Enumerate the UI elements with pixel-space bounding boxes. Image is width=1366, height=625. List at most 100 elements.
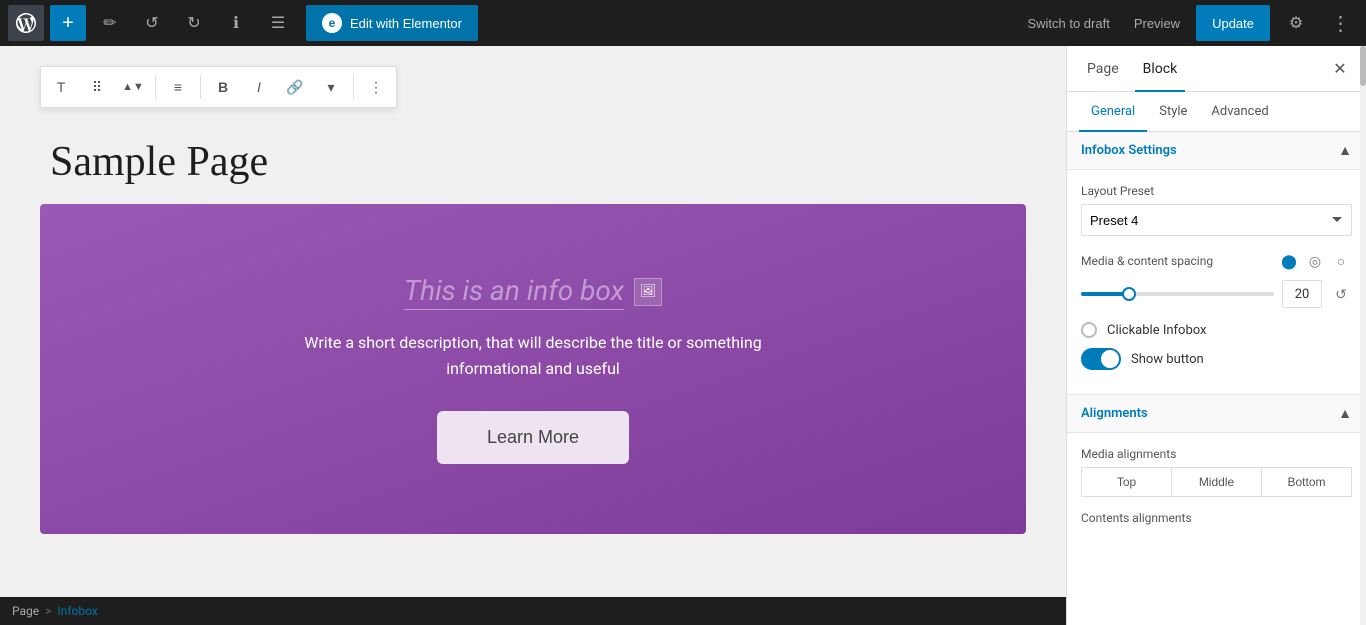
italic-button[interactable]: I xyxy=(243,71,275,103)
update-button[interactable]: Update xyxy=(1196,5,1270,41)
editor-area: T ⠿ ▲▼ ≡ B I 🔗 ▾ xyxy=(0,46,1066,625)
list-view-button[interactable]: ☰ xyxy=(260,5,296,41)
media-spacing-row: Media & content spacing ⬤ ◎ ○ xyxy=(1081,250,1352,308)
alignments-chevron-icon: ▲ xyxy=(1338,405,1352,422)
media-align-middle-button[interactable]: Middle xyxy=(1171,467,1261,497)
contents-alignments-label: Contents alignments xyxy=(1081,511,1352,525)
align-icon: ≡ xyxy=(174,79,182,95)
media-spacing-icons: ⬤ ◎ ○ xyxy=(1278,250,1352,272)
wp-logo[interactable] xyxy=(8,5,44,41)
sub-tab-row: General Style Advanced xyxy=(1067,92,1366,132)
alignments-section: Alignments ▲ Media alignments Top Middle… xyxy=(1067,394,1366,553)
close-icon: ✕ xyxy=(1333,59,1346,79)
media-align-left-button[interactable]: ⬤ xyxy=(1278,250,1300,272)
clickable-infobox-toggle[interactable] xyxy=(1081,322,1097,338)
toolbar-separator-3 xyxy=(353,75,354,99)
media-spacing-label-row: Media & content spacing ⬤ ◎ ○ xyxy=(1081,250,1352,272)
infobox-settings-body: Layout Preset Preset 1 Preset 2 Preset 3… xyxy=(1067,170,1366,394)
tab-block[interactable]: Block xyxy=(1135,47,1186,92)
edit-with-elementor-button[interactable]: e Edit with Elementor xyxy=(306,5,478,41)
media-align-right-button[interactable]: ○ xyxy=(1330,250,1352,272)
panel-tab-row: Page Block ✕ xyxy=(1067,46,1366,92)
type-icon: T xyxy=(57,79,66,95)
infobox-settings-title: Infobox Settings xyxy=(1081,143,1177,158)
tab-page-label: Page xyxy=(1087,61,1119,77)
infobox-container: This is an info box 🖼 Write a short desc… xyxy=(40,204,1026,534)
show-button-label: Show button xyxy=(1131,352,1204,367)
spacing-reset-button[interactable]: ↺ xyxy=(1330,283,1352,305)
alignments-header[interactable]: Alignments ▲ xyxy=(1067,395,1366,433)
panel-scrollbar[interactable] xyxy=(1360,46,1366,625)
more-block-options-button[interactable]: ▾ xyxy=(315,71,347,103)
alignments-body: Media alignments Top Middle Bottom Conte… xyxy=(1067,433,1366,553)
block-align-button[interactable]: ≡ xyxy=(162,71,194,103)
add-block-button[interactable]: + xyxy=(50,5,86,41)
slider-thumb[interactable] xyxy=(1122,287,1136,301)
infobox-description: Write a short description, that will des… xyxy=(283,330,783,381)
undo-button[interactable]: ↺ xyxy=(134,5,170,41)
gear-icon: ⚙ xyxy=(1289,13,1303,33)
contents-alignments-row: Contents alignments xyxy=(1081,511,1352,525)
more-icon: ⋮ xyxy=(1331,11,1350,36)
align-right-icon: ○ xyxy=(1337,253,1345,269)
sub-tab-advanced[interactable]: Advanced xyxy=(1199,93,1280,132)
layout-preset-select[interactable]: Preset 1 Preset 2 Preset 3 Preset 4 Pres… xyxy=(1081,204,1352,236)
italic-icon: I xyxy=(257,79,261,95)
clickable-infobox-row: Clickable Infobox xyxy=(1081,322,1352,338)
redo-button[interactable]: ↻ xyxy=(176,5,212,41)
sub-tab-general-label: General xyxy=(1091,104,1135,119)
infobox-media-icon-button[interactable]: 🖼 xyxy=(634,278,662,306)
page-title-area: Sample Page xyxy=(40,108,1026,196)
infobox-title: This is an info box xyxy=(404,274,624,310)
block-more-menu-button[interactable]: ⋮ xyxy=(360,71,392,103)
link-button[interactable]: 🔗 xyxy=(279,71,311,103)
media-align-bottom-button[interactable]: Bottom xyxy=(1261,467,1352,497)
media-align-options: Top Middle Bottom xyxy=(1081,467,1352,497)
list-icon: ☰ xyxy=(271,13,285,33)
switch-to-draft-button[interactable]: Switch to draft xyxy=(1019,16,1117,31)
sub-tab-general[interactable]: General xyxy=(1079,93,1147,132)
elementor-button-label: Edit with Elementor xyxy=(350,16,462,31)
panel-close-button[interactable]: ✕ xyxy=(1326,55,1354,83)
infobox-settings-header[interactable]: Infobox Settings ▲ xyxy=(1067,132,1366,170)
spacing-slider-track[interactable] xyxy=(1081,292,1274,296)
page-title: Sample Page xyxy=(50,138,1026,186)
preview-button[interactable]: Preview xyxy=(1126,16,1188,31)
bold-button[interactable]: B xyxy=(207,71,239,103)
wordpress-icon xyxy=(16,13,36,33)
alignments-title: Alignments xyxy=(1081,406,1148,421)
edit-tools-button[interactable]: ✏ xyxy=(92,5,128,41)
block-toolbar: T ⠿ ▲▼ ≡ B I 🔗 ▾ xyxy=(40,66,397,108)
media-align-top-button[interactable]: Top xyxy=(1081,467,1171,497)
clickable-infobox-label: Clickable Infobox xyxy=(1107,323,1207,338)
learn-more-button[interactable]: Learn More xyxy=(437,411,629,464)
toolbar-separator-1 xyxy=(155,75,156,99)
block-drag-button[interactable]: ⠿ xyxy=(81,71,113,103)
chevron-down-icon: ▾ xyxy=(327,79,334,96)
top-toolbar: + ✏ ↺ ↻ ℹ ☰ e Edit with Elementor Switch… xyxy=(0,0,1366,46)
toggle-knob xyxy=(1101,350,1119,368)
show-button-row: Show button xyxy=(1081,348,1352,370)
sub-tab-style[interactable]: Style xyxy=(1147,93,1199,132)
bold-icon: B xyxy=(218,79,228,95)
settings-button[interactable]: ⚙ xyxy=(1278,5,1314,41)
align-left-icon: ⬤ xyxy=(1281,253,1297,270)
pencil-icon: ✏ xyxy=(103,13,116,33)
media-align-center-button[interactable]: ◎ xyxy=(1304,250,1326,272)
media-spacing-label: Media & content spacing xyxy=(1081,254,1213,268)
tab-page[interactable]: Page xyxy=(1079,47,1127,92)
more-options-button[interactable]: ⋮ xyxy=(1322,5,1358,41)
elementor-icon: e xyxy=(322,13,342,33)
link-icon: 🔗 xyxy=(286,79,303,96)
breadcrumb-infobox[interactable]: Infobox xyxy=(57,604,97,618)
sub-tab-style-label: Style xyxy=(1159,104,1187,119)
block-type-button[interactable]: T xyxy=(45,71,77,103)
show-button-toggle[interactable] xyxy=(1081,348,1121,370)
breadcrumb-page[interactable]: Page xyxy=(12,604,39,618)
slider-row: 20 ↺ xyxy=(1081,280,1352,308)
spacing-value-display: 20 xyxy=(1282,280,1322,308)
breadcrumb-separator: > xyxy=(45,604,51,618)
toolbar-right: Switch to draft Preview Update ⚙ ⋮ xyxy=(1019,5,1358,41)
block-move-button[interactable]: ▲▼ xyxy=(117,71,149,103)
info-button[interactable]: ℹ xyxy=(218,5,254,41)
